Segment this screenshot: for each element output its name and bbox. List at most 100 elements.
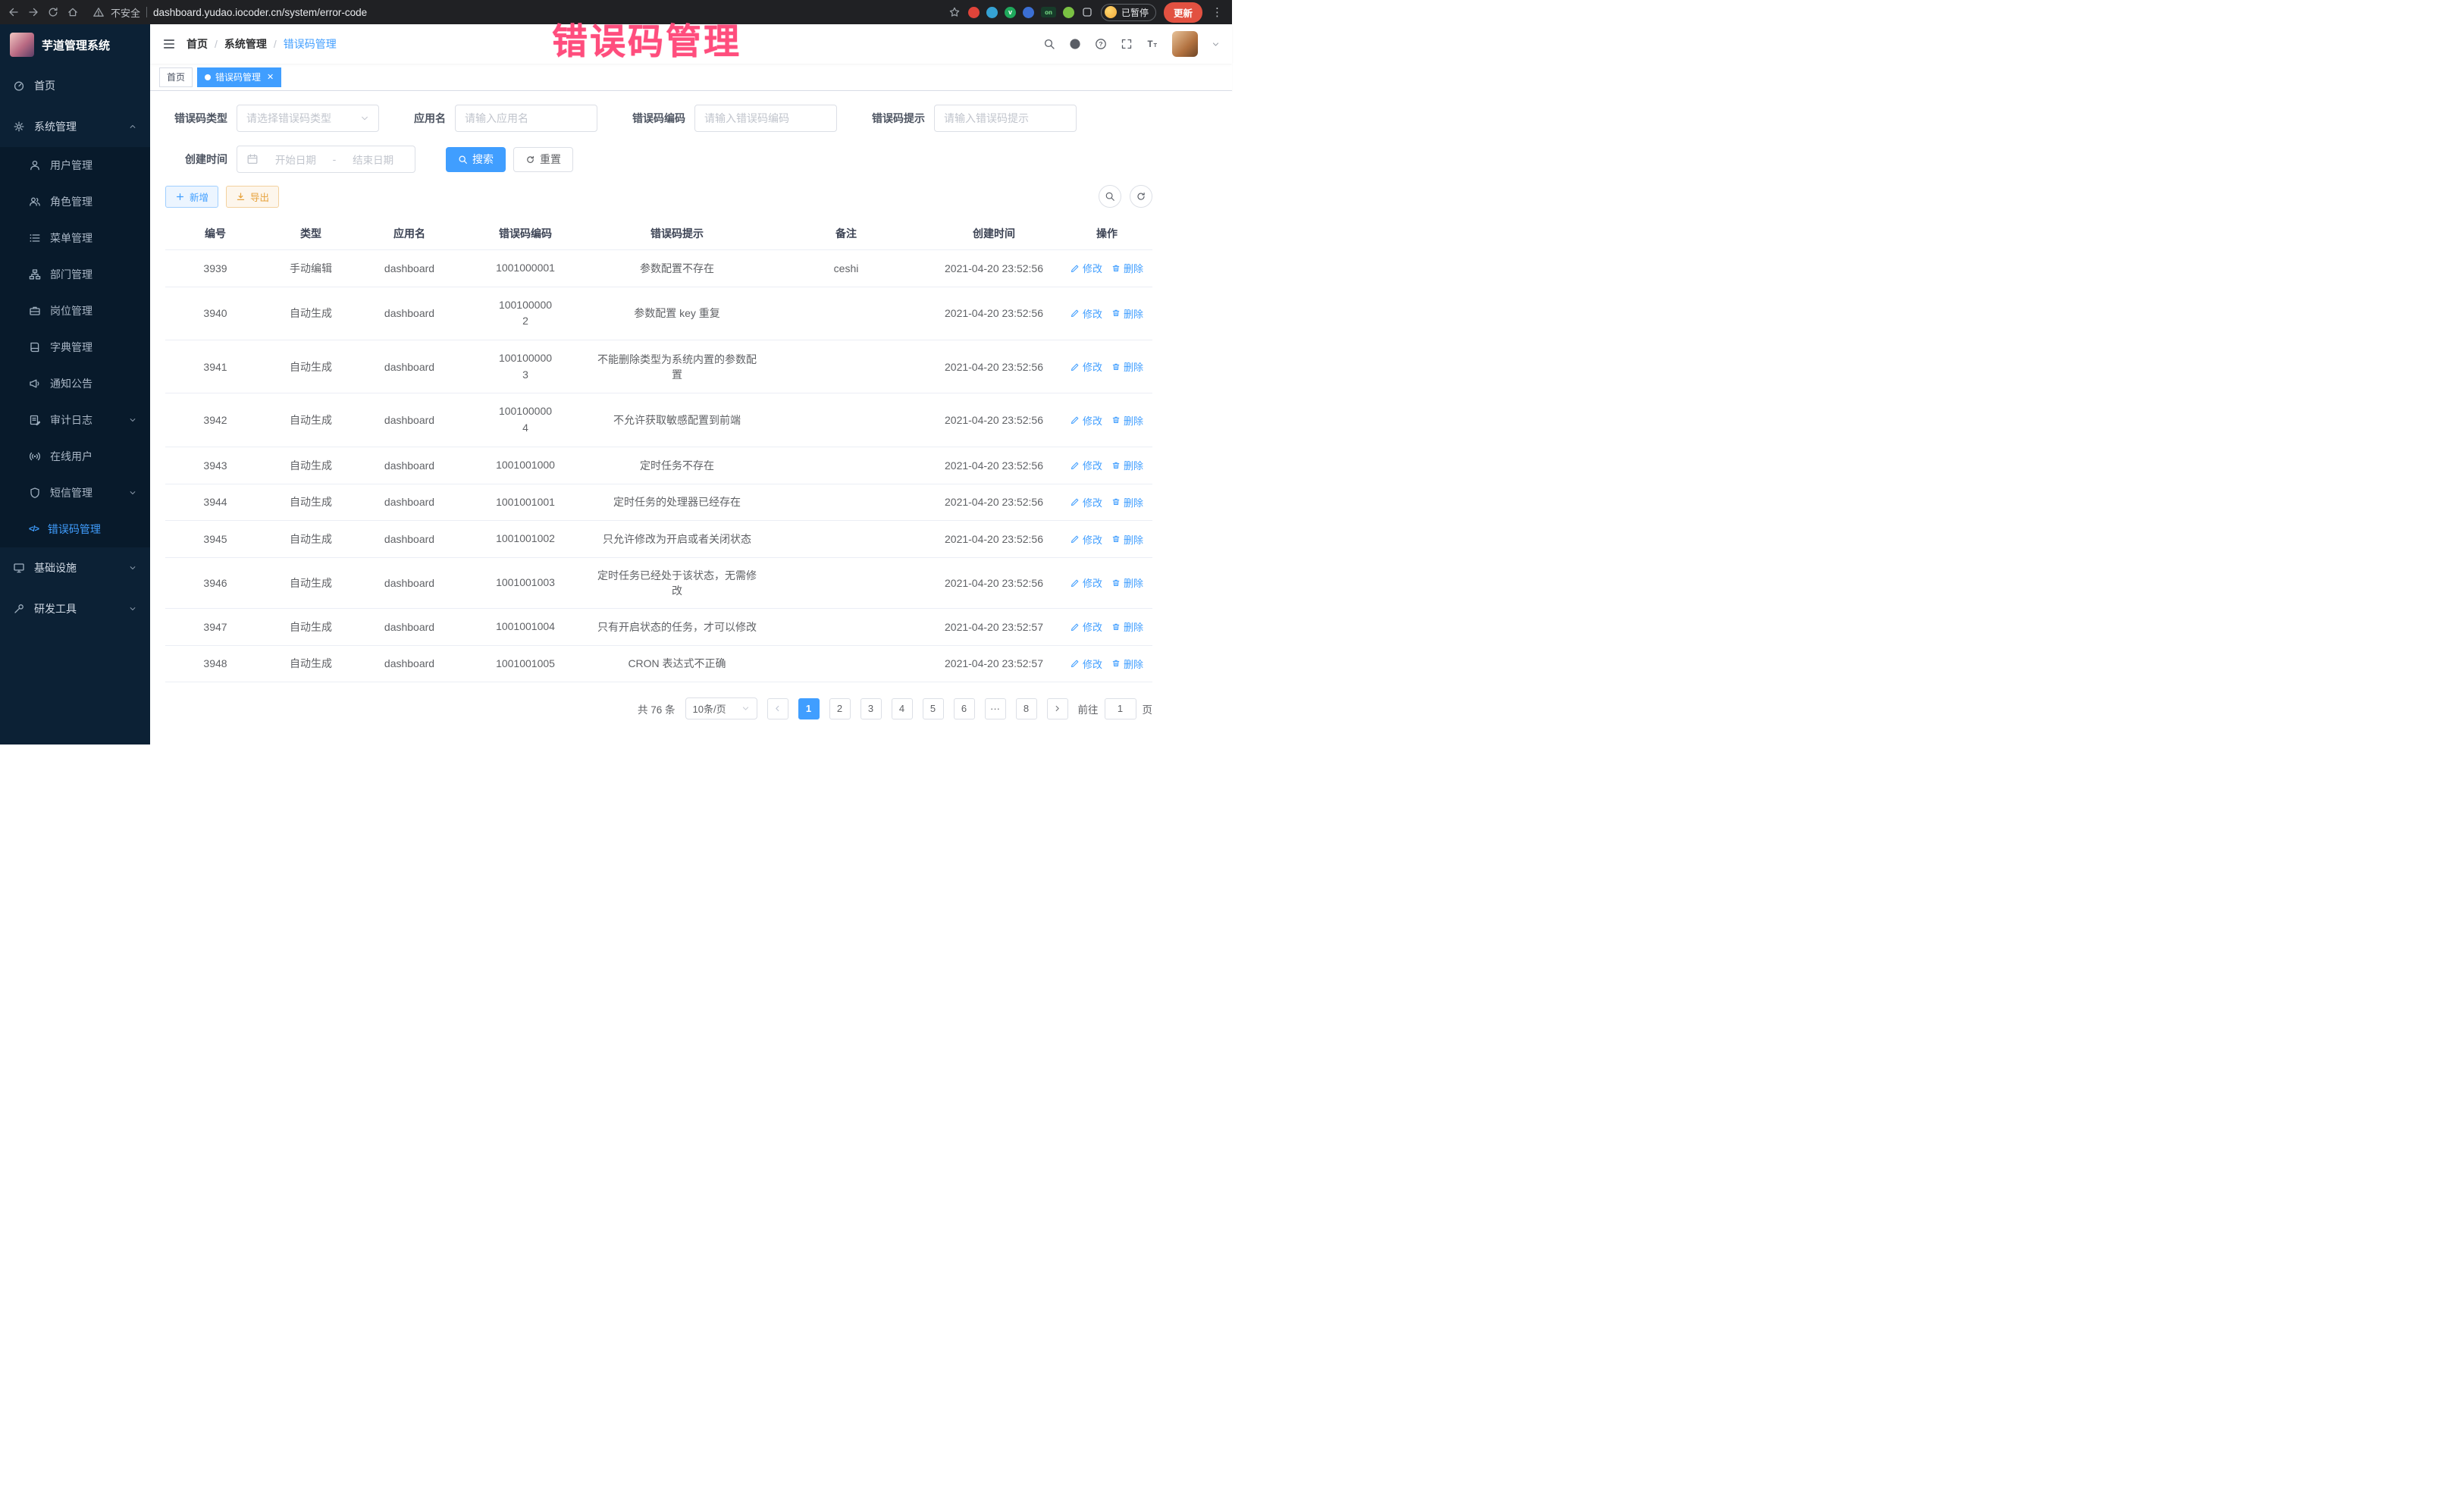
code-icon: </> <box>29 525 39 534</box>
page-ellipsis-button[interactable]: ··· <box>985 698 1006 719</box>
edit-link[interactable]: 修改 <box>1071 261 1102 275</box>
address-bar[interactable]: 不安全 dashboard.yudao.iocoder.cn/system/er… <box>86 5 961 20</box>
sidebar-item-departments[interactable]: 部门管理 <box>0 256 150 293</box>
delete-link[interactable]: 删除 <box>1111 532 1143 547</box>
page-button[interactable]: 1 <box>798 698 820 719</box>
delete-link[interactable]: 删除 <box>1111 495 1143 509</box>
search-icon[interactable] <box>1043 38 1055 50</box>
user-avatar[interactable] <box>1172 31 1198 57</box>
page-button[interactable]: 3 <box>861 698 882 719</box>
sidebar-item-sms[interactable]: 短信管理 <box>0 475 150 511</box>
extensions-puzzle-icon[interactable] <box>1081 6 1093 18</box>
reload-icon[interactable] <box>47 6 59 18</box>
tab-close-icon[interactable]: ✕ <box>267 72 274 82</box>
megaphone-icon <box>29 378 41 390</box>
browser-menu-icon[interactable]: ⋮ <box>1210 5 1224 19</box>
filter-type-label: 错误码类型 <box>165 111 227 126</box>
extension-icon-on-badge[interactable]: on <box>1041 7 1056 17</box>
delete-link[interactable]: 删除 <box>1111 413 1143 428</box>
fullscreen-icon[interactable] <box>1121 38 1133 50</box>
refresh-table-button[interactable] <box>1130 185 1152 208</box>
search-button[interactable]: 搜索 <box>446 147 506 172</box>
sidebar-item-online-users[interactable]: 在线用户 <box>0 438 150 475</box>
github-icon[interactable] <box>1069 38 1081 50</box>
sidebar-item-notices[interactable]: 通知公告 <box>0 365 150 402</box>
delete-link[interactable]: 删除 <box>1111 619 1143 634</box>
error-hint-input[interactable]: 请输入错误码提示 <box>934 105 1077 132</box>
help-icon[interactable]: ? <box>1095 38 1107 50</box>
sidebar-item-infrastructure[interactable]: 基础设施 <box>0 547 150 588</box>
delete-link[interactable]: 删除 <box>1111 657 1143 671</box>
pagination-total: 共 76 条 <box>638 701 676 716</box>
edit-link[interactable]: 修改 <box>1071 619 1102 634</box>
goto-page-input[interactable] <box>1105 698 1136 719</box>
col-app: 应用名 <box>356 218 462 250</box>
back-icon[interactable] <box>8 6 20 18</box>
breadcrumb-system[interactable]: 系统管理 <box>224 36 267 52</box>
page-size-select[interactable]: 10条/页 <box>685 697 757 719</box>
sidebar-item-error-code[interactable]: </> 错误码管理 <box>0 511 150 547</box>
bookmark-star-icon[interactable] <box>948 6 961 18</box>
page-button[interactable]: 5 <box>923 698 944 719</box>
browser-home-icon[interactable] <box>67 6 79 18</box>
edit-link[interactable]: 修改 <box>1071 306 1102 321</box>
edit-link[interactable]: 修改 <box>1071 413 1102 428</box>
hamburger-icon[interactable] <box>162 37 176 51</box>
next-page-button[interactable] <box>1047 698 1068 719</box>
extension-icon-blue[interactable] <box>1023 7 1034 18</box>
delete-link[interactable]: 删除 <box>1111 261 1143 275</box>
profile-paused-chip[interactable]: 已暂停 <box>1101 4 1156 21</box>
col-type: 类型 <box>265 218 356 250</box>
update-button[interactable]: 更新 <box>1164 2 1202 23</box>
sidebar-item-home[interactable]: 首页 <box>0 65 150 106</box>
pencil-icon <box>1071 362 1080 371</box>
export-button[interactable]: 导出 <box>226 186 279 208</box>
date-range-picker[interactable]: 开始日期 - 结束日期 <box>237 146 415 173</box>
font-size-icon[interactable]: TT <box>1146 38 1158 50</box>
edit-link[interactable]: 修改 <box>1071 575 1102 590</box>
breadcrumb-home[interactable]: 首页 <box>187 36 208 52</box>
toggle-search-button[interactable] <box>1099 185 1121 208</box>
page-button[interactable]: 6 <box>954 698 975 719</box>
extension-icon-drop[interactable] <box>986 7 998 18</box>
add-button[interactable]: 新增 <box>165 186 218 208</box>
extension-icon-green-v[interactable]: v <box>1005 7 1016 18</box>
sidebar-item-roles[interactable]: 角色管理 <box>0 183 150 220</box>
error-type-select[interactable]: 请选择错误码类型 <box>237 105 379 132</box>
sidebar-item-users[interactable]: 用户管理 <box>0 147 150 183</box>
chevron-down-icon <box>360 114 369 123</box>
page-button[interactable]: 2 <box>829 698 851 719</box>
avatar-caret-icon[interactable] <box>1212 40 1220 49</box>
edit-link[interactable]: 修改 <box>1071 532 1102 547</box>
tab-error-code[interactable]: 错误码管理 ✕ <box>197 67 281 87</box>
sidebar-item-dictionary[interactable]: 字典管理 <box>0 329 150 365</box>
tab-home[interactable]: 首页 <box>159 67 193 87</box>
delete-link[interactable]: 删除 <box>1111 306 1143 321</box>
extension-icon-leaf[interactable] <box>1063 7 1074 18</box>
forward-icon[interactable] <box>27 6 39 18</box>
error-code-input[interactable]: 请输入错误码编码 <box>694 105 837 132</box>
edit-link[interactable]: 修改 <box>1071 458 1102 472</box>
shield-icon <box>29 487 41 499</box>
sidebar-item-dev-tools[interactable]: 研发工具 <box>0 588 150 629</box>
edit-link[interactable]: 修改 <box>1071 495 1102 509</box>
delete-link[interactable]: 删除 <box>1111 575 1143 590</box>
sidebar-item-posts[interactable]: 岗位管理 <box>0 293 150 329</box>
edit-link[interactable]: 修改 <box>1071 359 1102 374</box>
prev-page-button[interactable] <box>767 698 788 719</box>
table-row: 3939手动编辑dashboard1001000001参数配置不存在ceshi2… <box>165 250 1152 287</box>
delete-link[interactable]: 删除 <box>1111 458 1143 472</box>
page-button[interactable]: 4 <box>892 698 913 719</box>
delete-link[interactable]: 删除 <box>1111 359 1143 374</box>
app-name-input[interactable]: 请输入应用名 <box>455 105 597 132</box>
page-button[interactable]: 8 <box>1016 698 1037 719</box>
sidebar-item-audit-log[interactable]: 审计日志 <box>0 402 150 438</box>
sidebar-item-system[interactable]: 系统管理 <box>0 106 150 147</box>
trash-icon <box>1111 497 1121 506</box>
update-label: 更新 <box>1174 8 1193 19</box>
calendar-icon <box>246 153 259 165</box>
sidebar-item-menus[interactable]: 菜单管理 <box>0 220 150 256</box>
extension-icon-red[interactable] <box>968 7 980 18</box>
edit-link[interactable]: 修改 <box>1071 657 1102 671</box>
reset-button[interactable]: 重置 <box>513 147 573 172</box>
